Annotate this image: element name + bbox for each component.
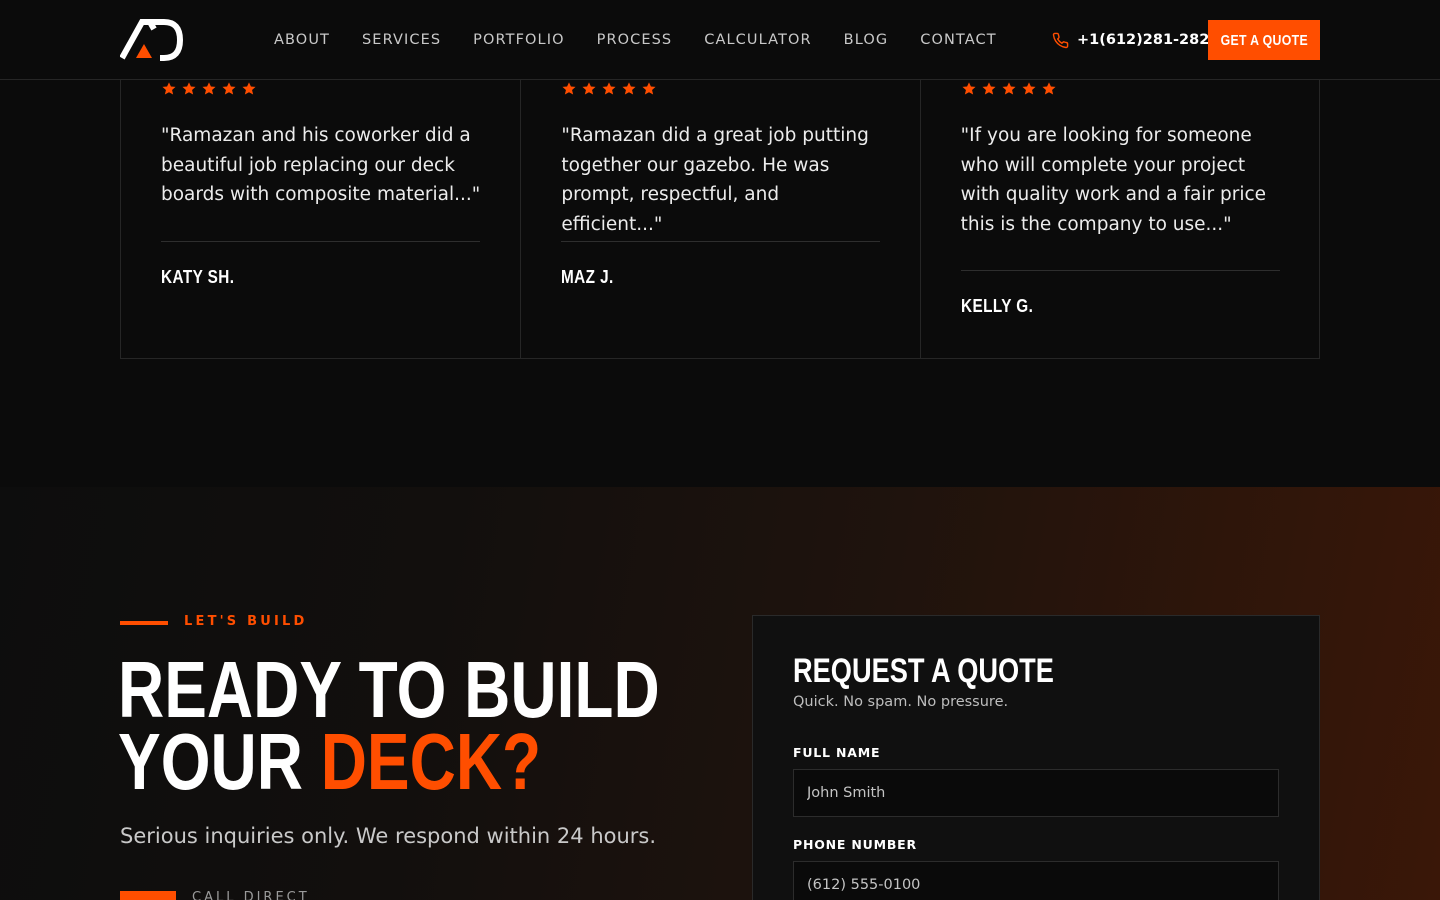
review-divider <box>561 241 881 242</box>
full-name-input[interactable] <box>793 769 1279 817</box>
star-icon <box>562 82 576 95</box>
nav-about[interactable]: ABOUT <box>274 32 330 48</box>
review-quote: "Ramazan and his coworker did a beautifu… <box>161 125 481 205</box>
rating-stars <box>161 81 261 97</box>
phone-link[interactable]: +1(612)281-2825 <box>1052 0 1219 80</box>
review-author-name: KELLY G. <box>960 296 1033 316</box>
star-icon <box>962 82 976 95</box>
review-card: "Ramazan did a great job putting togethe… <box>520 41 919 358</box>
call-direct-label[interactable]: CALL DIRECT <box>192 890 310 900</box>
form-title: REQUEST A QUOTE <box>793 652 1054 690</box>
star-icon <box>222 82 236 95</box>
get-a-quote-label: GET A QUOTE <box>1220 31 1308 49</box>
review-author: MAZ J. <box>561 267 623 288</box>
review-divider <box>960 270 1280 271</box>
form-subtitle: Quick. No spam. No pressure. <box>793 694 1009 710</box>
headline-accent: DECK? <box>320 717 542 806</box>
phone-number-label: PHONE NUMBER <box>793 837 917 852</box>
full-name-label: FULL NAME <box>793 745 881 760</box>
call-direct-bar <box>120 891 176 900</box>
star-icon <box>1042 82 1056 95</box>
logo-icon[interactable] <box>120 18 184 62</box>
review-author: KATY SH. <box>161 267 247 288</box>
site-header: ABOUT SERVICES PORTFOLIO PROCESS CALCULA… <box>0 0 1440 80</box>
get-a-quote-button[interactable]: GET A QUOTE <box>1208 20 1320 60</box>
review-card: "If you are looking for someone who will… <box>919 41 1319 358</box>
nav-services[interactable]: SERVICES <box>362 32 441 48</box>
cta-headline: READY TO BUILD YOUR DECK? <box>118 650 660 802</box>
reviews-section: "Ramazan and his coworker did a beautifu… <box>120 40 1320 359</box>
quote-form: REQUEST A QUOTE Quick. No spam. No press… <box>752 615 1320 900</box>
nav-portfolio[interactable]: PORTFOLIO <box>473 32 564 48</box>
star-icon <box>202 82 216 95</box>
nav-process[interactable]: PROCESS <box>597 32 673 48</box>
page: "Ramazan and his coworker did a beautifu… <box>0 0 1440 900</box>
review-author: KELLY G. <box>961 296 1046 317</box>
cta-lead: Serious inquiries only. We respond withi… <box>120 824 657 848</box>
phone-number: +1(612)281-2825 <box>1077 32 1220 48</box>
star-icon <box>642 82 656 95</box>
review-author-name: KATY SH. <box>161 267 235 287</box>
review-card: "Ramazan and his coworker did a beautifu… <box>121 41 520 358</box>
headline-line-2: YOUR <box>118 717 321 806</box>
rating-stars <box>961 81 1061 97</box>
review-quote: "Ramazan did a great job putting togethe… <box>561 125 869 235</box>
phone-number-input[interactable] <box>793 861 1279 900</box>
nav-calculator[interactable]: CALCULATOR <box>704 32 811 48</box>
star-icon <box>242 82 256 95</box>
star-icon <box>982 82 996 95</box>
review-quote: "If you are looking for someone who will… <box>960 125 1267 235</box>
rating-stars <box>561 81 661 97</box>
nav-contact[interactable]: CONTACT <box>920 32 996 48</box>
review-author-name: MAZ J. <box>561 267 615 287</box>
star-icon <box>602 82 616 95</box>
star-icon <box>162 82 176 95</box>
nav-blog[interactable]: BLOG <box>844 32 889 48</box>
star-icon <box>1002 82 1016 95</box>
star-icon <box>582 82 596 95</box>
main-nav: ABOUT SERVICES PORTFOLIO PROCESS CALCULA… <box>274 0 1029 80</box>
eyebrow-text: LET'S BUILD <box>184 614 308 629</box>
eyebrow-line <box>120 621 168 625</box>
star-icon <box>1022 82 1036 95</box>
review-divider <box>161 241 480 242</box>
phone-icon <box>1052 32 1069 48</box>
star-icon <box>182 82 196 95</box>
star-icon <box>622 82 636 95</box>
